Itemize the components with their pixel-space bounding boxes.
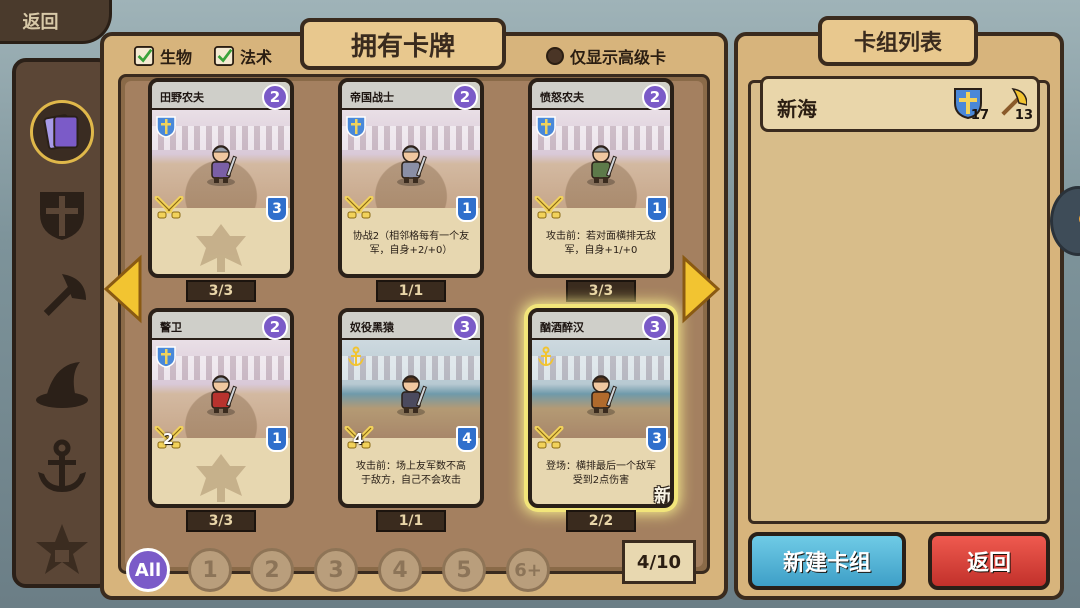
card-count: 3/3: [566, 280, 636, 302]
deck-list-title: 卡组列表: [818, 16, 978, 66]
filter-creature[interactable]: 生物: [134, 44, 192, 68]
arrow-right-icon: [682, 254, 721, 324]
axe-icon: [43, 274, 86, 316]
card-count: 1/1: [376, 510, 446, 532]
unit-sprite: [391, 372, 431, 420]
unit-sprite-icon: [207, 145, 237, 186]
rail-mage-button[interactable]: [30, 352, 94, 416]
category-rail: [12, 58, 112, 588]
unit-sprite: [201, 372, 241, 420]
unit-sprite-icon: [397, 375, 427, 416]
deck-barbarian-count: 13: [997, 87, 1033, 123]
back-label: 返回: [966, 551, 1011, 576]
card-text: 登场：横排最后一个敌军受到2点伤害: [546, 461, 656, 486]
new-deck-label: 新建卡组: [782, 551, 871, 576]
deck-row[interactable]: 新海 17 13: [760, 76, 1040, 132]
unit-sprite-icon: [397, 145, 427, 186]
filter-premium-label: 仅显示高级卡: [570, 48, 667, 67]
anchor-icon: [536, 346, 556, 368]
shield-cross-icon: [156, 116, 176, 138]
card[interactable]: 愤怒农夫 2 1 攻击前：若对面横排无敌军，自身+1/+0: [528, 78, 674, 278]
cost-filter-2[interactable]: 2: [250, 548, 294, 592]
card-count: 2/2: [566, 510, 636, 532]
deck-human-count: 17: [953, 87, 989, 123]
deck-list-area: [748, 80, 1050, 524]
cost-filter-5[interactable]: 5: [442, 548, 486, 592]
card-text: [152, 208, 290, 274]
prev-page-button[interactable]: [100, 254, 144, 324]
anchor-icon: [346, 346, 366, 368]
card-cost-badge: 2: [262, 314, 288, 340]
filter-spell-label: 法术: [240, 48, 273, 67]
filter-premium-only[interactable]: 仅显示高级卡: [546, 44, 666, 68]
new-deck-button[interactable]: 新建卡组: [748, 532, 906, 590]
locked-star-icon: [36, 524, 88, 574]
card-cost-badge: 2: [642, 84, 668, 110]
card-cost-badge: 3: [452, 314, 478, 340]
deck-name: 新海: [777, 97, 817, 121]
top-back-label: 返回: [22, 11, 59, 33]
shield-cross-icon: [536, 116, 556, 138]
card[interactable]: 奴役黑猿 3 4 4 攻击前：场上友军数不高于敌方，自己不会攻击: [338, 308, 484, 508]
unit-sprite: [581, 372, 621, 420]
cost-filter-6[interactable]: 6+: [506, 548, 550, 592]
check-icon: [214, 46, 234, 66]
shield-cross-icon: [156, 346, 176, 368]
card[interactable]: 帝国战士 2 1 协战2（相邻格每有一个友军，自身+2/+0）: [338, 78, 484, 278]
card-cost-badge: 3: [642, 314, 668, 340]
card-cost-badge: 2: [452, 84, 478, 110]
check-icon: [134, 46, 154, 66]
deck-list-title-label: 卡组列表: [853, 31, 942, 56]
page-indicator-label: 4/10: [636, 551, 682, 573]
unit-sprite-icon: [587, 145, 617, 186]
cost-filter-4[interactable]: 4: [378, 548, 422, 592]
radio-icon: [546, 47, 564, 65]
card[interactable]: 警卫 2 2 1: [148, 308, 294, 508]
filter-creature-label: 生物: [160, 48, 193, 67]
card-count: 3/3: [186, 280, 256, 302]
shield-cross-icon: [40, 192, 84, 240]
cost-filter-all[interactable]: All: [126, 548, 170, 592]
next-page-button[interactable]: [680, 254, 724, 324]
card-count: 1/1: [376, 280, 446, 302]
unit-sprite-icon: [587, 375, 617, 416]
card-cost-badge: 2: [262, 84, 288, 110]
card-text: [152, 438, 290, 504]
anchor-icon: [38, 439, 86, 492]
card[interactable]: 酗酒醉汉 3 3 登场：横排最后一个敌军受到2点伤害新: [528, 308, 674, 508]
rail-human-button[interactable]: [30, 182, 94, 246]
page-title: 拥有卡牌: [300, 18, 506, 70]
card-text: 攻击前：若对面横排无敌军，自身+1/+0: [546, 231, 656, 256]
rail-barbarian-button[interactable]: [30, 266, 94, 330]
page-title-label: 拥有卡牌: [350, 31, 455, 62]
filter-spell[interactable]: 法术: [214, 44, 272, 68]
witch-hat-icon: [36, 362, 88, 408]
new-badge: 新: [654, 486, 672, 507]
unit-sprite-icon: [207, 375, 237, 416]
card-count: 3/3: [186, 510, 256, 532]
rail-cards-button[interactable]: [30, 100, 94, 164]
rail-pirate-button[interactable]: [30, 436, 94, 500]
back-button[interactable]: 返回: [928, 532, 1050, 590]
arrow-left-icon: [103, 254, 142, 324]
rail-locked-button[interactable]: [30, 518, 94, 582]
card-text: 攻击前：场上友军数不高于敌方，自己不会攻击: [356, 461, 466, 486]
top-back-button[interactable]: 返回: [0, 0, 112, 44]
card-text: 协战2（相邻格每有一个友军，自身+2/+0）: [352, 231, 470, 256]
unit-sprite: [201, 142, 241, 190]
shield-cross-icon: [346, 116, 366, 138]
deck-human-count-value: 17: [970, 108, 989, 123]
card[interactable]: 田野农夫 2 3: [148, 78, 294, 278]
cost-filter-3[interactable]: 3: [314, 548, 358, 592]
cards-icon: [43, 114, 79, 150]
page-indicator: 4/10: [622, 540, 696, 584]
deck-barbarian-count-value: 13: [1014, 108, 1033, 123]
unit-sprite: [391, 142, 431, 190]
cost-filter-1[interactable]: 1: [188, 548, 232, 592]
unit-sprite: [581, 142, 621, 190]
